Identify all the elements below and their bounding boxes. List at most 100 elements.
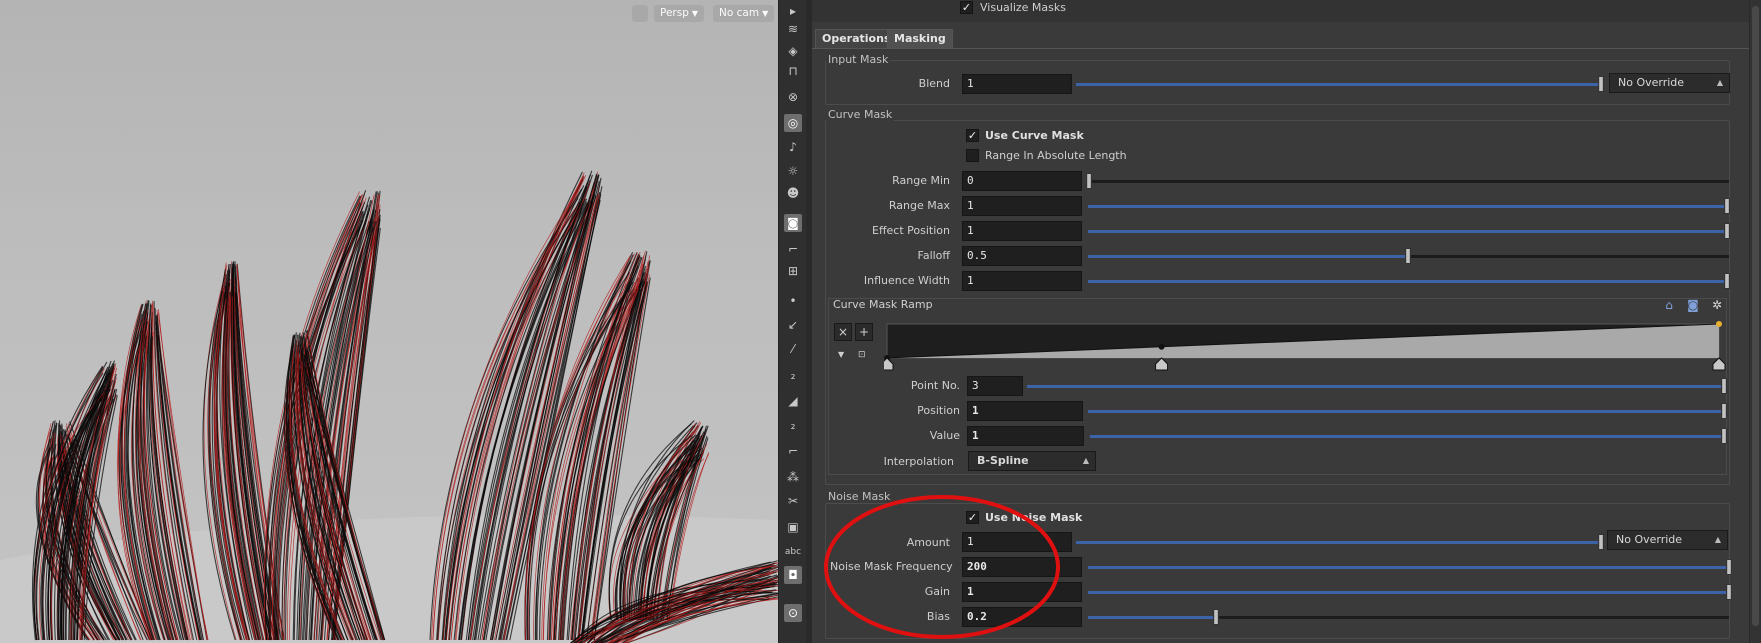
ramp-camera-icon[interactable]: ◙ <box>1684 297 1702 315</box>
shading-icon[interactable]: ◘ <box>784 566 802 584</box>
ramp-preset-icon[interactable]: ⌂ <box>1660 297 1678 315</box>
curve-mask-ramp[interactable] <box>884 320 1726 372</box>
curve-param-slider[interactable] <box>1088 205 1729 208</box>
persp-dropdown[interactable]: Persp ▼ <box>654 5 705 22</box>
position-field[interactable]: 1 <box>967 401 1083 421</box>
light-icon[interactable]: ♪ <box>784 138 802 156</box>
use-noise-mask-checkbox[interactable]: ✓ <box>966 511 979 524</box>
dot-icon[interactable]: • <box>784 292 802 310</box>
use-noise-mask-label: Use Noise Mask <box>985 511 1083 524</box>
box-icon[interactable]: ▣ <box>784 518 802 536</box>
position-slider[interactable] <box>1088 410 1724 413</box>
curve-param-slider-knob[interactable] <box>1086 173 1092 189</box>
use-curve-mask-checkbox[interactable]: ✓ <box>966 129 979 142</box>
curve-param-field[interactable]: 0.5 <box>962 246 1082 266</box>
ramp-expand-icon[interactable]: ⊡ <box>858 350 866 360</box>
amount-slider-knob[interactable] <box>1598 534 1604 550</box>
snap-icon[interactable]: ◎ <box>784 114 802 132</box>
ramp-point-marker[interactable] <box>884 357 894 371</box>
eye-icon[interactable]: ⌐ <box>784 240 802 258</box>
ghost-icon[interactable]: ⊗ <box>784 88 802 106</box>
frequency-slider[interactable] <box>1088 566 1729 569</box>
bias-slider-knob[interactable] <box>1213 609 1220 625</box>
scatter-icon[interactable]: ⁂ <box>784 468 802 486</box>
skull-icon[interactable]: ☻ <box>784 184 802 202</box>
abc-icon[interactable]: abc <box>784 543 802 561</box>
paint-icon[interactable]: ↙ <box>784 316 802 334</box>
input-mask-title: Input Mask <box>826 53 891 66</box>
amount-field[interactable]: 1 <box>962 532 1072 552</box>
ramp-add-point-button[interactable]: + <box>855 323 873 341</box>
curve-param-slider[interactable] <box>1088 180 1729 183</box>
curve-param-field[interactable]: 1 <box>962 196 1082 216</box>
ramp-point-marker[interactable] <box>1712 357 1726 371</box>
value-slider-knob[interactable] <box>1721 428 1727 444</box>
point-no-slider[interactable] <box>1027 385 1724 388</box>
value-slider[interactable] <box>1090 435 1724 438</box>
curve-param-slider-knob[interactable] <box>1724 273 1730 289</box>
position-slider-knob[interactable] <box>1721 403 1727 419</box>
camera-icon[interactable]: ◙ <box>784 214 802 232</box>
number-12-icon[interactable]: ₂ <box>784 366 802 384</box>
viewport-lock-icon[interactable] <box>632 5 648 22</box>
value-field[interactable]: 1 <box>967 426 1084 446</box>
gain-field[interactable]: 1 <box>962 582 1082 602</box>
curve-param-field[interactable]: 1 <box>962 221 1082 241</box>
scissors-icon[interactable]: ✂ <box>784 492 802 510</box>
bracket-icon[interactable]: ⌐ <box>784 442 802 460</box>
point-no-slider-knob[interactable] <box>1721 378 1727 394</box>
3d-viewport[interactable]: Persp ▼ No cam ▼ <box>0 0 778 643</box>
blend-field[interactable]: 1 <box>962 74 1072 94</box>
amount-override-dropdown[interactable]: No Override ▲ <box>1607 530 1728 550</box>
gain-label: Gain <box>924 585 950 598</box>
panel-scrollbar[interactable] <box>1749 0 1761 643</box>
range-absolute-checkbox[interactable] <box>966 149 979 162</box>
amount-slider[interactable] <box>1076 541 1602 544</box>
interpolation-dropdown[interactable]: B-Spline ▲ <box>968 451 1096 471</box>
lock-icon[interactable]: ⊓ <box>784 62 802 80</box>
display-geo-icon[interactable]: ◈ <box>784 42 802 60</box>
bias-field[interactable]: 0.2 <box>962 607 1082 627</box>
blend-override-label: No Override <box>1618 76 1685 89</box>
gain-slider[interactable] <box>1088 591 1729 594</box>
display-icon[interactable]: ⊞ <box>784 262 802 280</box>
curve-param-label: Influence Width <box>863 274 950 287</box>
tab-operations[interactable]: Operations <box>815 29 898 49</box>
curve-param-slider[interactable] <box>1088 230 1729 233</box>
blend-slider-knob[interactable] <box>1598 76 1604 92</box>
bias-slider[interactable] <box>1088 616 1729 619</box>
brush-icon[interactable]: ⁄ <box>784 340 802 358</box>
ramp-title: Curve Mask Ramp <box>833 298 933 311</box>
visualize-masks-checkbox[interactable]: ✓ <box>960 1 973 14</box>
blend-slider[interactable] <box>1076 83 1602 86</box>
frequency-field[interactable]: 200 <box>962 557 1082 577</box>
ramp-delete-point-button[interactable]: × <box>834 323 852 341</box>
curve-param-slider-knob[interactable] <box>1724 223 1730 239</box>
camera-dropdown[interactable]: No cam ▼ <box>713 5 775 22</box>
curve-param-slider[interactable] <box>1088 280 1729 283</box>
point-no-field[interactable]: 3 <box>967 376 1023 396</box>
bulb-icon[interactable]: ☼ <box>784 162 802 180</box>
scrollbar-thumb[interactable] <box>1752 6 1759 626</box>
ramp-point[interactable] <box>1716 321 1722 327</box>
ramp-point[interactable] <box>1158 343 1165 350</box>
blend-override-dropdown[interactable]: No Override ▲ <box>1609 73 1730 93</box>
ramp-point-marker[interactable] <box>1155 357 1169 371</box>
gear-icon[interactable]: ✲ <box>1708 297 1726 315</box>
select-icon[interactable]: ▸ <box>784 2 802 20</box>
curve-param-field[interactable]: 1 <box>962 271 1082 291</box>
broom-icon[interactable]: ◢ <box>784 392 802 410</box>
range-absolute-label: Range In Absolute Length <box>985 149 1127 162</box>
frequency-slider-knob[interactable] <box>1726 559 1732 575</box>
tab-masking[interactable]: Masking <box>887 29 953 49</box>
geometry-icon[interactable]: ≋ <box>784 20 802 38</box>
use-curve-mask-label: Use Curve Mask <box>985 129 1084 142</box>
ramp-collapse-icon[interactable]: ▼ <box>838 350 844 359</box>
curve-param-field[interactable]: 0 <box>962 171 1082 191</box>
curve-param-slider-knob[interactable] <box>1724 198 1730 214</box>
number-12b-icon[interactable]: ₂ <box>784 416 802 434</box>
position-slider-fill <box>1088 410 1724 413</box>
gain-slider-knob[interactable] <box>1726 584 1732 600</box>
curve-param-slider-knob[interactable] <box>1405 248 1411 264</box>
pin-icon[interactable]: ⊙ <box>784 604 802 622</box>
